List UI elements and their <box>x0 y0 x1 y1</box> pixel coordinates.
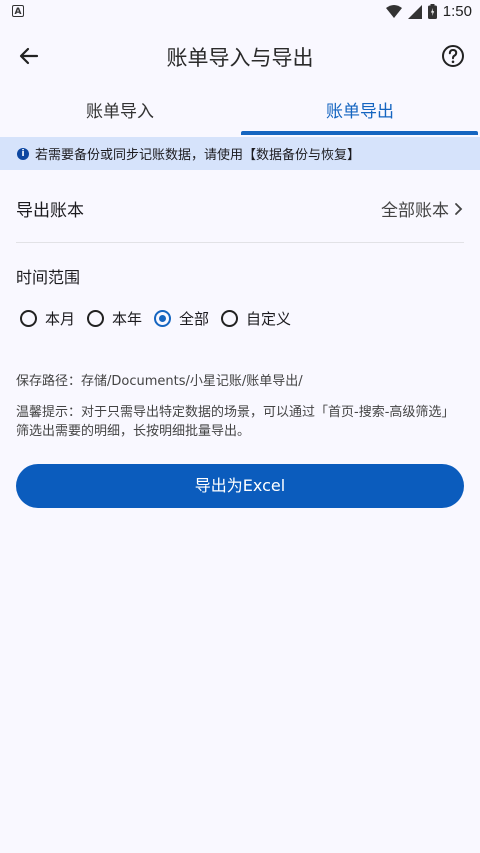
radio-label: 本月 <box>45 310 76 328</box>
radio-circle <box>87 310 105 327</box>
app-bar: 账单导入与导出 <box>0 30 480 82</box>
export-excel-button[interactable]: 导出为Excel <box>16 464 464 508</box>
time-range-options: 本月 本年 全部 自定义 <box>20 308 303 329</box>
tab-export[interactable]: 账单导出 <box>240 90 480 136</box>
radio-circle <box>221 310 239 327</box>
tab-bar: 账单导入 账单导出 <box>0 90 480 136</box>
radio-custom[interactable]: 自定义 <box>221 308 291 329</box>
signal-icon <box>407 4 422 19</box>
clock: 1:50 <box>442 3 472 20</box>
notification-icon: A <box>12 5 24 17</box>
export-book-value-text: 全部账本 <box>381 201 449 221</box>
radio-label: 全部 <box>179 310 210 328</box>
chevron-right-icon <box>455 202 463 215</box>
tab-indicator <box>241 131 478 135</box>
radio-circle-selected <box>154 310 172 327</box>
wifi-icon <box>385 4 402 18</box>
status-icons: 1:50 <box>385 3 472 20</box>
export-book-label: 导出账本 <box>16 201 84 221</box>
help-icon[interactable] <box>438 41 468 71</box>
radio-label: 本年 <box>112 310 143 328</box>
page-title: 账单导入与导出 <box>166 46 314 70</box>
radio-this-month[interactable]: 本月 <box>20 308 75 329</box>
export-book-value[interactable]: 全部账本 <box>381 196 464 221</box>
radio-all[interactable]: 全部 <box>154 308 209 329</box>
radio-this-year[interactable]: 本年 <box>87 308 142 329</box>
radio-label: 自定义 <box>246 310 292 328</box>
export-book-row[interactable]: 导出账本 全部账本 <box>16 186 464 226</box>
save-path: 保存路径：存储/Documents/小星记账/账单导出/ <box>16 374 303 389</box>
tip-text: 温馨提示：对于只需导出特定数据的场景，可以通过「首页-搜索-高级筛选」筛选出需要… <box>16 405 455 439</box>
battery-icon <box>427 4 437 19</box>
tab-import[interactable]: 账单导入 <box>0 90 240 136</box>
backup-notice[interactable]: i 若需要备份或同步记账数据，请使用【数据备份与恢复】 <box>0 137 480 170</box>
status-bar: A 1:50 <box>0 0 480 24</box>
radio-circle <box>20 310 37 327</box>
info-icon: i <box>17 147 29 160</box>
divider <box>16 242 464 243</box>
notice-text: 若需要备份或同步记账数据，请使用【数据备份与恢复】 <box>35 148 361 163</box>
time-range-label: 时间范围 <box>16 268 81 287</box>
